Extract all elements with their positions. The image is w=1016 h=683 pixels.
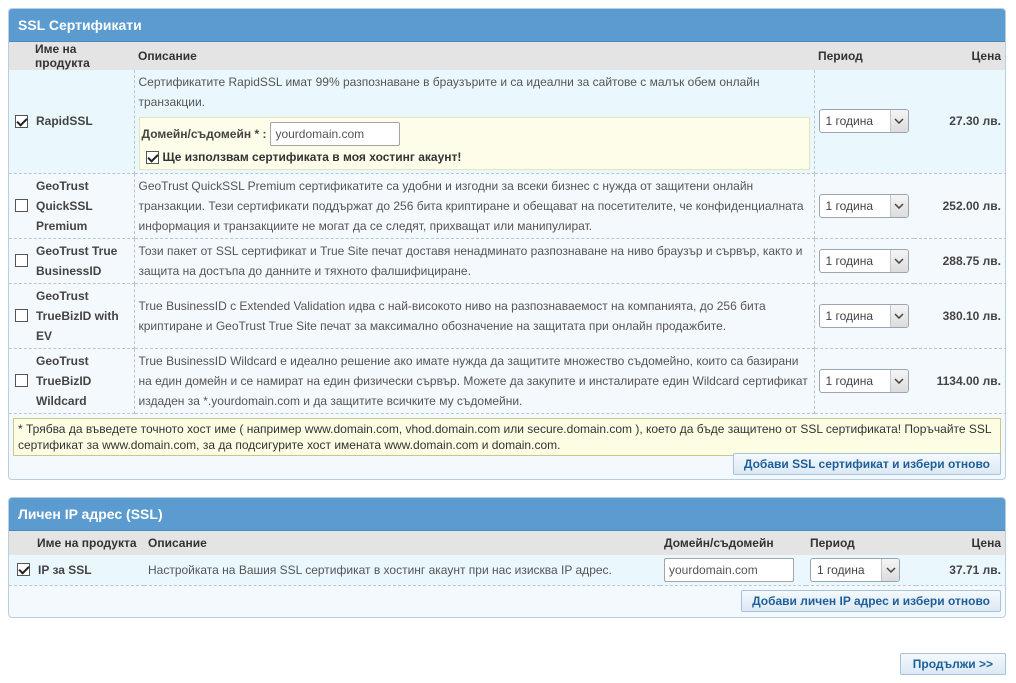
chevron-down-icon[interactable]: [889, 369, 908, 392]
period-cell: 1 година: [814, 70, 914, 174]
checkbox-icon[interactable]: [15, 374, 28, 387]
hostname-note: * Трябва да въведете точното хост име ( …: [13, 417, 1001, 456]
ip-products-table: Име на продукта Описание Домейн/съдомейн…: [9, 531, 1005, 586]
ssl-certificates-panel: SSL Сертификати Име на продукта Описание…: [8, 8, 1006, 480]
col-header-domain: Домейн/съдомейн: [660, 531, 806, 555]
product-name-cell: GeoTrust True BusinessID: [9, 238, 135, 284]
product-price: 288.75 лв.: [914, 238, 1005, 284]
period-cell: 1 година: [814, 348, 914, 414]
table-row: RapidSSL Сертификатите RapidSSL имат 99%…: [9, 70, 1005, 174]
col-header-price: Цена: [914, 42, 1005, 70]
private-ip-panel: Личен IP адрес (SSL) Име на продукта Опи…: [8, 497, 1006, 618]
chevron-down-icon[interactable]: [889, 194, 908, 217]
product-description: Настройката на Вашия SSL сертификат в хо…: [144, 555, 660, 586]
col-header-desc: Описание: [134, 42, 814, 70]
period-value: 1 година: [825, 373, 874, 388]
product-description: True BusinessID Wildcard е идеално решен…: [138, 353, 808, 408]
domain-label: Домейн/съдомейн * :: [141, 127, 267, 142]
table-row: GeoTrust True BusinessID Този пакет от S…: [9, 238, 1005, 284]
period-cell: 1 година: [814, 238, 914, 284]
checkbox-icon[interactable]: [15, 199, 28, 212]
chevron-down-icon[interactable]: [889, 304, 908, 327]
product-name: GeoTrust True BusinessID: [36, 243, 118, 278]
period-cell: 1 година: [806, 555, 916, 586]
product-name-cell: GeoTrust TrueBizID with EV: [9, 283, 135, 349]
checkbox-icon[interactable]: [17, 563, 30, 577]
period-select[interactable]: 1 година: [818, 368, 909, 393]
ssl-table-header: Име на продукта Описание Период Цена: [9, 42, 1005, 70]
checkbox-icon[interactable]: [15, 309, 28, 322]
hosting-label: Ще използвам сертификата в моя хостинг а…: [162, 150, 462, 165]
col-header-period: Период: [806, 531, 916, 555]
domain-box: Домейн/съдомейн * : Ще използвам сертифи…: [138, 117, 810, 171]
col-header-desc: Описание: [144, 531, 660, 555]
product-name-cell: GeoTrust TrueBizID Wildcard: [9, 348, 135, 414]
product-desc-cell: True BusinessID с Extended Validation ид…: [134, 283, 815, 349]
product-name: GeoTrust TrueBizID Wildcard: [36, 353, 92, 408]
product-price: 252.00 лв.: [914, 173, 1005, 239]
add-ssl-button[interactable]: Добави SSL сертификат и избери отново: [732, 453, 1001, 475]
product-price: 37.71 лв.: [916, 555, 1005, 586]
checkbox-icon[interactable]: [15, 254, 28, 267]
table-row: IP за SSL Настройката на Вашия SSL серти…: [9, 555, 1005, 586]
col-header-price: Цена: [916, 531, 1005, 555]
table-row: GeoTrust TrueBizID Wildcard True Busines…: [9, 348, 1005, 414]
chevron-down-icon[interactable]: [889, 110, 908, 133]
ip-domain-input[interactable]: [664, 557, 794, 582]
period-value: 1 година: [825, 114, 874, 129]
product-price: 380.10 лв.: [914, 283, 1005, 349]
period-cell: 1 година: [814, 283, 914, 349]
table-row: GeoTrust TrueBizID with EV True Business…: [9, 283, 1005, 349]
ip-panel-title: Личен IP адрес (SSL): [9, 498, 1005, 531]
checkbox-icon[interactable]: [15, 114, 28, 128]
product-price: 1134.00 лв.: [914, 348, 1005, 414]
col-header-name: Име на продукта: [9, 531, 144, 555]
product-description: GeoTrust QuickSSL Premium сертификатите …: [138, 178, 804, 233]
period-value: 1 година: [825, 253, 874, 268]
product-name: IP за SSL: [38, 562, 92, 577]
product-description: Сертификатите RapidSSL имат 99% разпозна…: [138, 75, 760, 110]
table-row: GeoTrust QuickSSL Premium GeoTrust Quick…: [9, 173, 1005, 239]
product-desc-cell: Сертификатите RapidSSL имат 99% разпозна…: [134, 70, 815, 174]
period-value: 1 година: [817, 562, 865, 577]
product-price: 27.30 лв.: [914, 70, 1005, 174]
period-select[interactable]: 1 година: [810, 557, 900, 582]
domain-input[interactable]: [270, 122, 401, 147]
product-desc-cell: GeoTrust QuickSSL Premium сертификатите …: [134, 173, 815, 239]
add-ip-button[interactable]: Добави личен IP адрес и избери отново: [741, 590, 1001, 612]
product-name: GeoTrust QuickSSL Premium: [36, 178, 93, 233]
period-cell: 1 година: [814, 173, 914, 239]
product-name-cell: IP за SSL: [9, 555, 144, 586]
product-desc-cell: True BusinessID Wildcard е идеално решен…: [134, 348, 815, 414]
product-name: RapidSSL: [36, 114, 93, 129]
col-header-name: Име на продукта: [9, 42, 134, 70]
domain-cell: [660, 555, 806, 586]
ssl-panel-title: SSL Сертификати: [9, 9, 1005, 42]
period-select[interactable]: 1 година: [818, 248, 909, 273]
ssl-products-table: Име на продукта Описание Период Цена Rap…: [9, 42, 1005, 414]
ip-table-header: Име на продукта Описание Домейн/съдомейн…: [9, 531, 1005, 555]
chevron-down-icon[interactable]: [881, 558, 899, 581]
product-name-cell: GeoTrust QuickSSL Premium: [9, 173, 135, 239]
period-select[interactable]: 1 година: [818, 303, 909, 328]
col-header-period: Период: [814, 42, 914, 70]
product-desc-cell: Този пакет от SSL сертификат и True Site…: [134, 238, 815, 284]
product-description: True BusinessID с Extended Validation ид…: [138, 298, 766, 333]
period-value: 1 година: [825, 308, 874, 323]
product-name: GeoTrust TrueBizID with EV: [36, 288, 119, 343]
product-description: Този пакет от SSL сертификат и True Site…: [138, 243, 803, 278]
period-select[interactable]: 1 година: [818, 193, 909, 218]
chevron-down-icon[interactable]: [889, 249, 908, 272]
checkbox-icon[interactable]: [145, 150, 159, 164]
period-select[interactable]: 1 година: [818, 109, 909, 134]
period-value: 1 година: [825, 198, 874, 213]
product-name-cell: RapidSSL: [9, 70, 135, 174]
continue-button[interactable]: Продължи >>: [899, 653, 1006, 675]
